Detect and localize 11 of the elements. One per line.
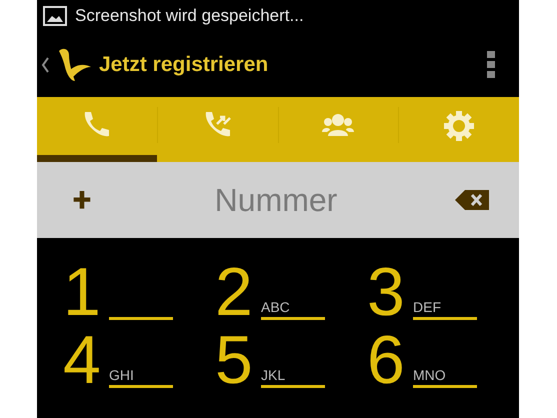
add-button[interactable]: +	[67, 183, 97, 217]
dial-key[interactable]: 4 GHI	[63, 330, 215, 394]
number-entry-bar[interactable]: + Nummer	[37, 162, 519, 238]
notification-text: Screenshot wird gespeichert...	[75, 5, 304, 28]
app-title: Jetzt registrieren	[99, 52, 268, 78]
dial-key[interactable]: 2 ABC	[215, 262, 367, 326]
dial-key[interactable]: 1	[63, 262, 215, 326]
dial-key[interactable]: 3 DEF	[367, 262, 519, 326]
dial-key[interactable]: 5 JKL	[215, 330, 367, 394]
dial-key[interactable]: 6 MNO	[367, 330, 519, 394]
number-field[interactable]: Nummer	[97, 176, 455, 224]
